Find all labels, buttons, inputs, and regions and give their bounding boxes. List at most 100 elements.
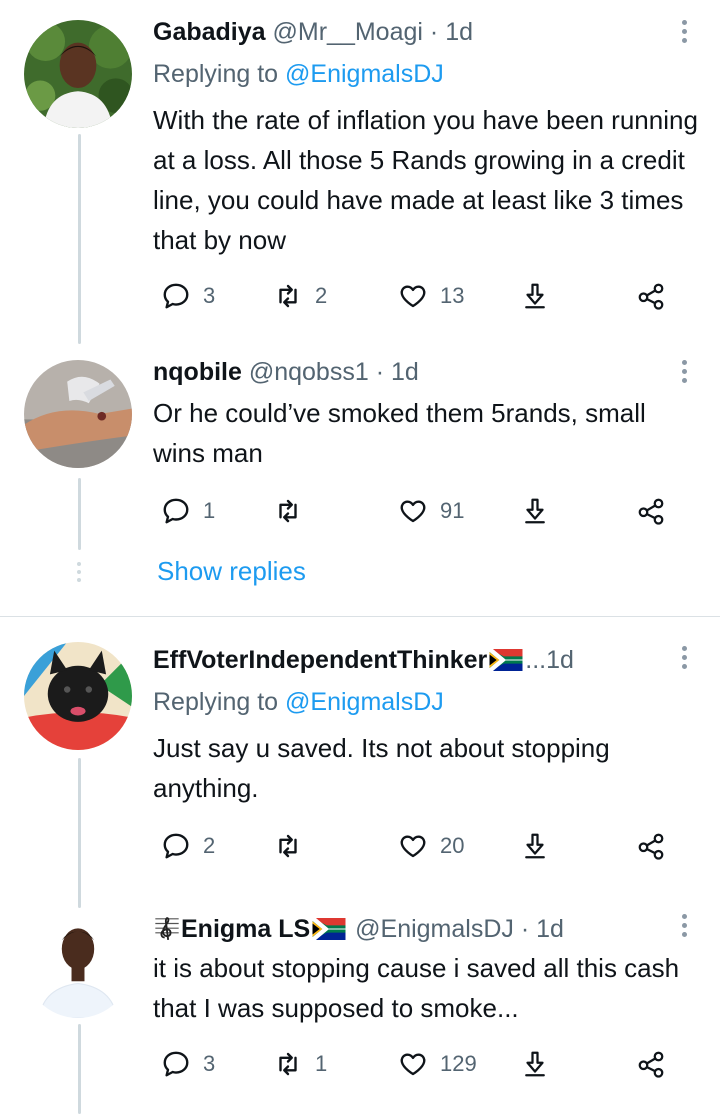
download-button[interactable] <box>520 826 550 866</box>
separator: · <box>375 358 385 386</box>
display-name[interactable]: Gabadiya <box>153 18 266 46</box>
download-button[interactable] <box>520 491 550 531</box>
like-button[interactable]: 20 <box>398 826 464 866</box>
mention-link[interactable]: @EnigmalsDJ <box>285 60 444 88</box>
tweet-text: Or he could’ve smoked them 5rands, small… <box>153 398 646 468</box>
like-count: 13 <box>440 283 465 308</box>
like-count: 20 <box>440 833 465 858</box>
display-name[interactable]: EffVoterIndependentThinker <box>153 646 487 674</box>
retweet-icon <box>279 499 297 523</box>
display-name[interactable]: nqobile <box>153 358 242 386</box>
thread-line-1 <box>78 134 81 344</box>
reply-count: 3 <box>203 1051 216 1076</box>
divider <box>0 616 720 617</box>
download-icon <box>525 498 545 524</box>
south-africa-flag-icon <box>312 918 346 940</box>
retweet-count: 1 <box>315 1051 328 1076</box>
more-icon[interactable] <box>682 646 688 673</box>
reply-icon <box>163 283 189 309</box>
tweet-text: With the rate of inflation you have been… <box>153 105 698 255</box>
show-replies-link[interactable]: Show replies <box>157 556 306 587</box>
like-icon <box>400 500 426 523</box>
reply-count: 2 <box>203 833 216 858</box>
reply-icon <box>163 498 189 524</box>
retweet-button[interactable]: 1 <box>273 1044 327 1084</box>
tweet-header: Enigma LS @EnigmalsDJ · 1d <box>153 913 564 944</box>
reply-button[interactable]: 3 <box>161 276 215 316</box>
like-icon <box>400 285 426 308</box>
thread-gap-dots <box>77 562 82 582</box>
timestamp[interactable]: 1d <box>391 358 419 386</box>
separator: · <box>520 915 530 943</box>
like-button[interactable]: 129 <box>398 1044 477 1084</box>
tweet-header: Gabadiya @Mr__Moagi · 1d <box>153 17 473 47</box>
share-button[interactable] <box>636 491 666 531</box>
like-count: 129 <box>440 1051 477 1076</box>
avatar[interactable] <box>24 910 132 1018</box>
download-icon <box>525 833 545 859</box>
action-bar: 3 1 129 <box>153 1044 673 1084</box>
retweet-icon <box>279 284 297 308</box>
share-button[interactable] <box>636 276 666 316</box>
like-icon <box>400 835 426 858</box>
timestamp[interactable]: 1d <box>536 915 564 943</box>
user-handle[interactable]: @EnigmalsDJ <box>355 915 514 943</box>
user-handle[interactable]: @Mr__Moagi <box>273 18 423 46</box>
reply-count: 3 <box>203 283 216 308</box>
reply-button[interactable]: 1 <box>161 491 215 531</box>
like-icon <box>400 1053 426 1076</box>
retweet-button[interactable] <box>273 826 315 866</box>
share-button[interactable] <box>636 1044 666 1084</box>
share-icon <box>638 498 664 525</box>
replying-prefix: Replying to <box>153 60 286 88</box>
download-button[interactable] <box>520 276 550 316</box>
download-button[interactable] <box>520 1044 550 1084</box>
display-name[interactable]: Enigma LS <box>181 915 310 943</box>
share-icon <box>638 1051 664 1078</box>
replying-prefix: Replying to <box>153 688 286 716</box>
replying-to: Replying to @EnigmalsDJ <box>153 687 444 717</box>
action-bar: 3 2 13 <box>153 276 673 316</box>
more-icon[interactable] <box>682 360 688 387</box>
more-icon[interactable] <box>682 20 688 47</box>
truncation: ... <box>525 646 547 674</box>
south-africa-flag-icon <box>489 649 523 671</box>
like-button[interactable]: 91 <box>398 491 464 531</box>
retweet-button[interactable] <box>273 491 315 531</box>
action-bar: 1 91 <box>153 491 673 531</box>
like-button[interactable]: 13 <box>398 276 464 316</box>
reply-icon <box>163 833 189 859</box>
reply-count: 1 <box>203 498 216 523</box>
timestamp[interactable]: 1d <box>546 646 574 674</box>
share-icon <box>638 283 664 310</box>
reply-button[interactable]: 3 <box>161 1044 215 1084</box>
retweet-icon <box>279 1052 297 1076</box>
retweet-count: 2 <box>315 283 328 308</box>
retweet-button[interactable]: 2 <box>273 276 327 316</box>
tweet-header: nqobile @nqobss1 · 1d <box>153 357 419 387</box>
avatar[interactable] <box>24 20 132 128</box>
more-icon[interactable] <box>682 914 688 941</box>
retweet-icon <box>279 834 297 858</box>
share-button[interactable] <box>636 826 666 866</box>
tweet-text: Just say u saved. Its not about stopping… <box>153 733 610 803</box>
replying-to: Replying to @EnigmalsDJ <box>153 59 444 89</box>
share-icon <box>638 833 664 860</box>
avatar[interactable] <box>24 642 132 750</box>
avatar[interactable] <box>24 360 132 468</box>
download-icon <box>525 283 545 309</box>
reply-icon <box>163 1051 189 1077</box>
user-handle[interactable]: @nqobss1 <box>249 358 369 386</box>
mention-link[interactable]: @EnigmalsDJ <box>285 688 444 716</box>
thread-line-3 <box>78 758 81 908</box>
music-clef-icon <box>155 917 179 940</box>
like-count: 91 <box>440 498 465 523</box>
download-icon <box>525 1051 545 1077</box>
reply-button[interactable]: 2 <box>161 826 215 866</box>
tweet-header: EffVoterIndependentThinker ...1d <box>153 645 574 675</box>
thread-line-4 <box>78 1024 81 1114</box>
timestamp[interactable]: 1d <box>445 18 473 46</box>
action-bar: 2 20 <box>153 826 673 866</box>
thread-line-2 <box>78 478 81 550</box>
separator: · <box>429 18 439 46</box>
